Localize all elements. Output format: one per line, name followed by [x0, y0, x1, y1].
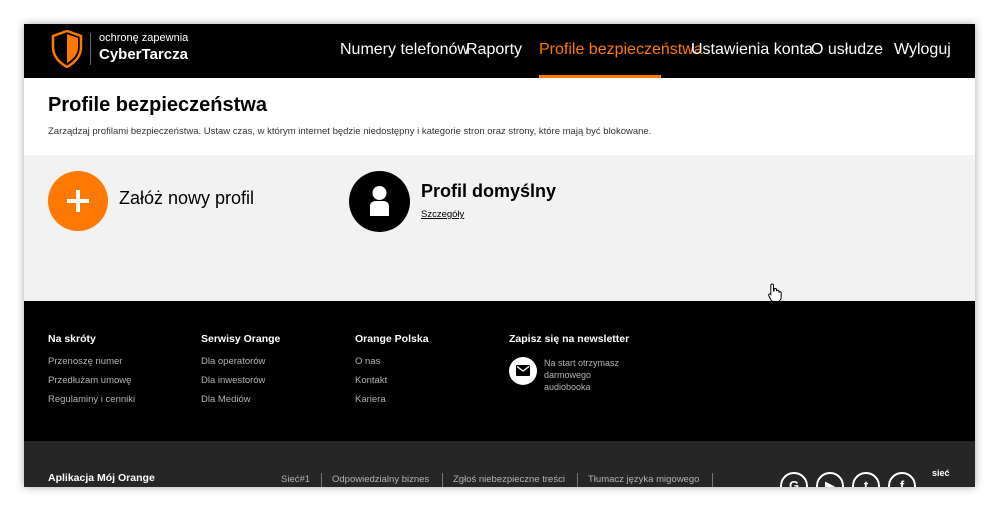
add-profile-button[interactable] — [48, 171, 108, 231]
footer-link[interactable]: Kontakt — [355, 375, 429, 386]
page-description: Zarządzaj profilami bezpieczeństwa. Usta… — [48, 126, 652, 137]
bottom-bar: Aplikacja Mój Orange Sieć#1 Odpowiedzial… — [24, 441, 975, 487]
hand-cursor-icon — [768, 283, 782, 303]
page-header: Profile bezpieczeństwa Zarządzaj profila… — [24, 78, 975, 155]
footer-column-title: Na skróty — [48, 333, 96, 345]
footer: Na skróty Przenoszę numer Przedłużam umo… — [24, 301, 975, 441]
bottom-link-network[interactable]: Sieć#1 — [281, 474, 310, 485]
google-icon[interactable]: G — [780, 472, 808, 487]
app-label[interactable]: Aplikacja Mój Orange — [48, 472, 155, 484]
footer-link[interactable]: Kariera — [355, 394, 429, 405]
footer-column-title: Serwisy Orange — [201, 333, 281, 345]
footer-column-orange-polska: Orange Polska O nas Kontakt Kariera — [355, 333, 429, 413]
facebook-icon[interactable]: f — [888, 472, 916, 487]
profiles-section: Załóż nowy profil Profil domyślny Szczeg… — [24, 155, 975, 303]
nav-about-service[interactable]: O usłudze — [811, 41, 883, 59]
envelope-icon — [516, 365, 530, 376]
footer-link[interactable]: Dla inwestorów — [201, 375, 280, 386]
bottom-link-responsible-business[interactable]: Odpowiedzialny biznes — [332, 474, 429, 485]
logo-divider — [90, 33, 91, 65]
footer-link[interactable]: Regulaminy i cenniki — [48, 394, 135, 405]
footer-column-shortcuts: Na skróty Przenoszę numer Przedłużam umo… — [48, 333, 135, 413]
footer-column-orange-services: Serwisy Orange Dla operatorów Dla inwest… — [201, 333, 280, 413]
link-separator — [321, 473, 322, 487]
bottom-link-sign-language[interactable]: Tłumacz języka migowego — [588, 474, 699, 485]
nav-logout[interactable]: Wyloguj — [894, 41, 951, 59]
plus-icon-vertical — [76, 190, 80, 212]
nav-security-profiles[interactable]: Profile bezpieczeństwa — [539, 41, 703, 59]
footer-link[interactable]: O nas — [355, 356, 429, 367]
page-title: Profile bezpieczeństwa — [48, 94, 267, 116]
link-separator — [712, 473, 713, 487]
logo-brand-name: CyberTarcza — [99, 46, 188, 63]
network-badge: sieć — [932, 468, 950, 478]
browser-window: ochronę zapewnia CyberTarcza Numery tele… — [24, 24, 975, 487]
logo-tagline: ochronę zapewnia — [99, 32, 189, 44]
profile-details-link[interactable]: Szczegóły — [421, 209, 464, 220]
twitter-icon[interactable]: t — [852, 472, 880, 487]
user-icon — [370, 186, 389, 216]
footer-link[interactable]: Przedłużam umowę — [48, 375, 135, 386]
link-separator — [577, 473, 578, 487]
nav-phone-numbers[interactable]: Numery telefonów — [340, 41, 469, 59]
default-profile-name: Profil domyślny — [421, 181, 557, 201]
link-separator — [442, 473, 443, 487]
newsletter-button[interactable] — [509, 357, 537, 385]
footer-link[interactable]: Dla operatorów — [201, 356, 280, 367]
footer-column-title: Orange Polska — [355, 333, 429, 345]
footer-link[interactable]: Przenoszę numer — [48, 356, 135, 367]
bottom-link-report-content[interactable]: Zgłoś niebezpieczne treści — [453, 474, 565, 485]
shield-logo-icon — [51, 30, 83, 68]
nav-reports[interactable]: Raporty — [466, 41, 522, 59]
newsletter-title: Zapisz się na newsletter — [509, 333, 630, 345]
footer-link[interactable]: Dla Mediów — [201, 394, 280, 405]
top-header: ochronę zapewnia CyberTarcza Numery tele… — [24, 24, 975, 78]
add-profile-label[interactable]: Załóż nowy profil — [119, 188, 254, 209]
footer-column-newsletter: Zapisz się na newsletter — [509, 333, 629, 356]
newsletter-text[interactable]: Na start otrzymasz darmowego audiobooka — [544, 357, 634, 393]
nav-account-settings[interactable]: Ustawienia konta — [691, 41, 813, 59]
youtube-icon[interactable]: ▶ — [816, 472, 844, 487]
default-profile-avatar[interactable] — [349, 171, 410, 232]
